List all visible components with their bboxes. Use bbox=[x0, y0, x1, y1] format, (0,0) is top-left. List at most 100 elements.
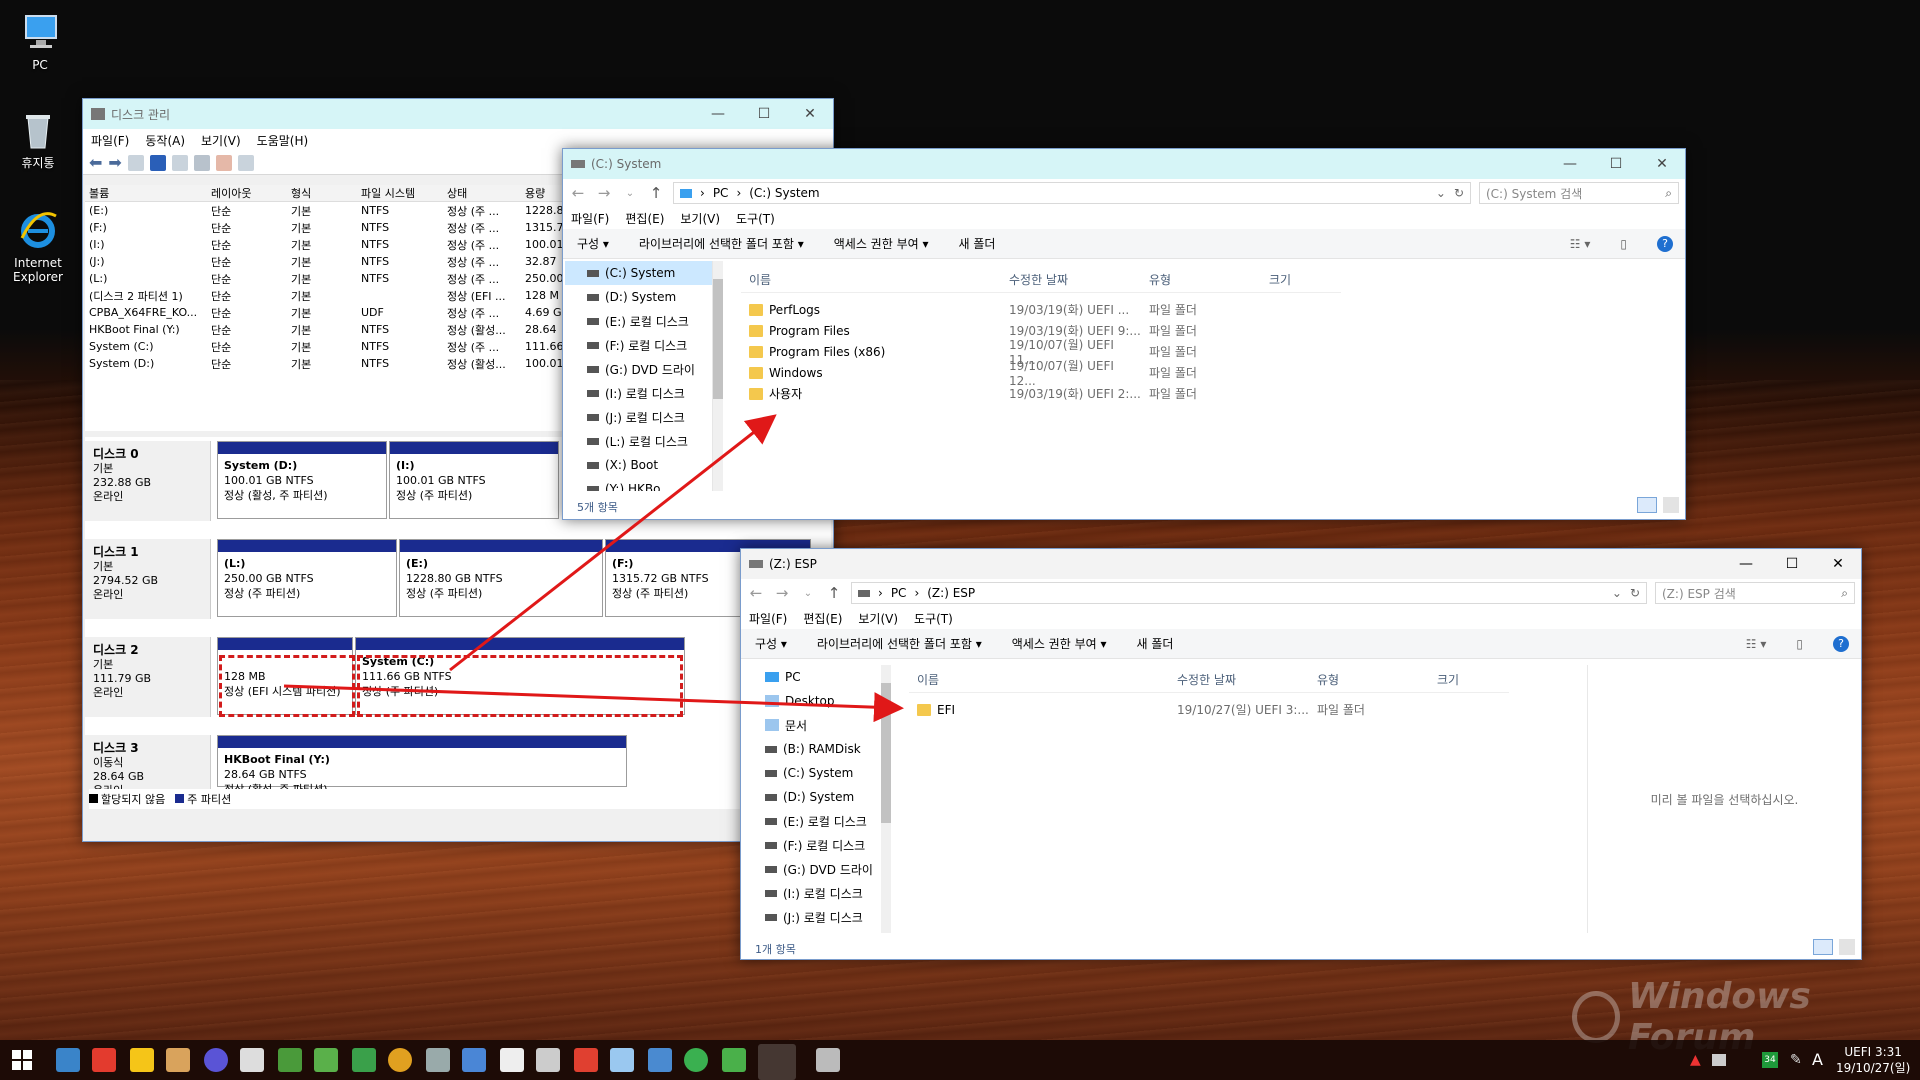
menu-view[interactable]: 보기(V) bbox=[680, 210, 720, 227]
network-icon[interactable] bbox=[462, 1048, 486, 1072]
chevron-down-icon[interactable]: ⌄ bbox=[621, 188, 639, 199]
menu-file[interactable]: 파일(F) bbox=[571, 210, 609, 227]
up-arrow-icon[interactable]: ↑ bbox=[825, 584, 843, 602]
search-input[interactable]: (C:) System 검색 ⌕ bbox=[1479, 182, 1679, 204]
preview-pane-icon[interactable]: ▯ bbox=[1796, 637, 1803, 651]
scissors-icon[interactable] bbox=[536, 1048, 560, 1072]
include-in-library-button[interactable]: 라이브러리에 선택한 폴더 포함 ▾ bbox=[817, 635, 982, 652]
refresh-icon[interactable]: ↻ bbox=[1454, 186, 1464, 200]
browser-icon[interactable] bbox=[204, 1048, 228, 1072]
connect-icon[interactable] bbox=[193, 154, 210, 171]
file-row[interactable]: Windows 19/10/07(월) UEFI 12... 파일 폴더 bbox=[741, 359, 1341, 388]
desktop-icon-recycle-bin[interactable]: 휴지통 bbox=[0, 108, 78, 170]
menu-tools[interactable]: 도구(T) bbox=[736, 210, 775, 227]
breadcrumb-item[interactable]: (Z:) ESP bbox=[927, 586, 975, 600]
nav-item[interactable]: (C:) System bbox=[743, 761, 881, 785]
menu-edit[interactable]: 편집(E) bbox=[803, 610, 842, 627]
column-header-size[interactable]: 크기 bbox=[1429, 671, 1509, 688]
ime-indicator[interactable]: A bbox=[1812, 1050, 1823, 1069]
nav-item[interactable]: PC bbox=[743, 665, 881, 689]
refresh-icon[interactable]: ↻ bbox=[1630, 586, 1640, 600]
maximize-button[interactable]: ☐ bbox=[1769, 549, 1815, 579]
minimize-button[interactable]: — bbox=[1547, 149, 1593, 179]
column-header[interactable]: 레이아웃 bbox=[211, 185, 291, 201]
tool-icon[interactable] bbox=[240, 1048, 264, 1072]
tray-network-icon[interactable] bbox=[1712, 1054, 1726, 1066]
minimize-button[interactable]: — bbox=[1723, 549, 1769, 579]
properties-icon[interactable] bbox=[171, 154, 188, 171]
help-icon[interactable] bbox=[149, 154, 166, 171]
close-button[interactable]: ✕ bbox=[1815, 549, 1861, 579]
partition-l[interactable]: (L:) 250.00 GB NTFS 정상 (주 파티션) bbox=[217, 539, 397, 617]
h-app-icon[interactable] bbox=[722, 1048, 746, 1072]
back-arrow-icon[interactable]: ← bbox=[747, 584, 765, 602]
chevron-down-icon[interactable]: ⌄ bbox=[1612, 586, 1622, 600]
share-with-button[interactable]: 액세스 권한 부여 ▾ bbox=[834, 235, 929, 252]
column-header[interactable]: 볼륨 bbox=[85, 185, 211, 201]
column-header-type[interactable]: 유형 bbox=[1141, 271, 1261, 288]
backup-icon[interactable] bbox=[352, 1048, 376, 1072]
windows-start-icon[interactable] bbox=[12, 1050, 32, 1070]
list-view-icon[interactable] bbox=[237, 154, 254, 171]
organize-button[interactable]: 구성 ▾ bbox=[577, 235, 609, 252]
details-view-icon[interactable] bbox=[1813, 939, 1833, 955]
column-header[interactable]: 형식 bbox=[291, 185, 361, 201]
nav-item[interactable]: (G:) DVD 드라이 bbox=[743, 857, 881, 881]
new-folder-button[interactable]: 새 폴더 bbox=[958, 235, 995, 252]
nav-item[interactable]: (I:) 로컬 디스크 bbox=[743, 881, 881, 905]
apps-icon[interactable] bbox=[574, 1048, 598, 1072]
titlebar[interactable]: 디스크 관리 — ☐ ✕ bbox=[83, 99, 833, 129]
maximize-button[interactable]: ☐ bbox=[1593, 149, 1639, 179]
nav-scrollbar[interactable] bbox=[713, 261, 723, 491]
disk-tool-icon[interactable] bbox=[278, 1048, 302, 1072]
details-view-icon[interactable] bbox=[1637, 497, 1657, 513]
forward-arrow-icon[interactable]: ➡ bbox=[108, 153, 121, 172]
nav-item[interactable]: (Y:) HKBo bbox=[565, 477, 712, 491]
explorer-taskbar-icon[interactable] bbox=[816, 1048, 840, 1072]
registry-icon[interactable] bbox=[648, 1048, 672, 1072]
column-header-date[interactable]: 수정한 날짜 bbox=[1169, 671, 1309, 688]
menu-view[interactable]: 보기(V) bbox=[858, 610, 898, 627]
desktop-icon-pc[interactable]: PC bbox=[0, 10, 80, 72]
nav-item[interactable]: Desktop bbox=[743, 689, 881, 713]
notes-icon[interactable] bbox=[610, 1048, 634, 1072]
partition-y[interactable]: HKBoot Final (Y:)28.64 GB NTFS정상 (활성, 주 … bbox=[217, 735, 627, 796]
nav-item[interactable]: (F:) 로컬 디스크 bbox=[565, 333, 712, 357]
column-header[interactable]: 파일 시스템 bbox=[361, 185, 447, 201]
nav-item[interactable]: 문서 bbox=[743, 713, 881, 737]
nav-item[interactable]: (I:) 로컬 디스크 bbox=[565, 381, 712, 405]
clock[interactable]: UEFI 3:31 19/10/27(일) bbox=[1836, 1044, 1910, 1076]
menu-edit[interactable]: 편집(E) bbox=[625, 210, 664, 227]
sync-icon[interactable] bbox=[684, 1048, 708, 1072]
file-row[interactable]: PerfLogs 19/03/19(화) UEFI ... 파일 폴더 bbox=[741, 299, 1341, 320]
breadcrumb-item[interactable]: (C:) System bbox=[749, 186, 819, 200]
close-button[interactable]: ✕ bbox=[1639, 149, 1685, 179]
titlebar[interactable]: (Z:) ESP — ☐ ✕ bbox=[741, 549, 1861, 579]
breadcrumb-item[interactable]: PC bbox=[713, 186, 729, 200]
shield-icon[interactable] bbox=[500, 1048, 524, 1072]
column-header-date[interactable]: 수정한 날짜 bbox=[1001, 271, 1141, 288]
address-bar[interactable]: › PC › (C:) System ⌄ ↻ bbox=[673, 182, 1471, 204]
computer-app-icon[interactable] bbox=[56, 1048, 80, 1072]
nav-item[interactable]: (D:) System bbox=[743, 785, 881, 809]
nav-item[interactable]: (D:) System bbox=[565, 285, 712, 309]
preview-pane-icon[interactable]: ▯ bbox=[1620, 237, 1627, 251]
tray-badge[interactable]: 34 bbox=[1762, 1052, 1778, 1068]
minimize-button[interactable]: — bbox=[695, 99, 741, 129]
file-row[interactable]: 사용자 19/03/19(화) UEFI 2:... 파일 폴더 bbox=[741, 383, 1341, 404]
column-header-name[interactable]: 이름 bbox=[909, 671, 1169, 688]
nav-item[interactable]: (E:) 로컬 디스크 bbox=[743, 809, 881, 833]
address-bar[interactable]: › PC › (Z:) ESP ⌄ ↻ bbox=[851, 582, 1647, 604]
partition-tool-icon[interactable] bbox=[314, 1048, 338, 1072]
desktop-icon-internet-explorer[interactable]: Internet Explorer bbox=[0, 208, 78, 284]
close-button[interactable]: ✕ bbox=[787, 99, 833, 129]
tray-pen-icon[interactable]: ✎ bbox=[1790, 1052, 1802, 1068]
menu-help[interactable]: 도움말(H) bbox=[257, 132, 309, 149]
chevron-down-icon[interactable]: ⌄ bbox=[799, 588, 817, 599]
share-with-button[interactable]: 액세스 권한 부여 ▾ bbox=[1012, 635, 1107, 652]
nav-item[interactable]: (F:) 로컬 디스크 bbox=[743, 833, 881, 857]
include-in-library-button[interactable]: 라이브러리에 선택한 폴더 포함 ▾ bbox=[639, 235, 804, 252]
chevron-down-icon[interactable]: ⌄ bbox=[1436, 186, 1446, 200]
anydesk-icon[interactable] bbox=[92, 1048, 116, 1072]
disk-row[interactable]: 디스크 2 기본 111.79 GB 온라인 bbox=[85, 637, 211, 717]
